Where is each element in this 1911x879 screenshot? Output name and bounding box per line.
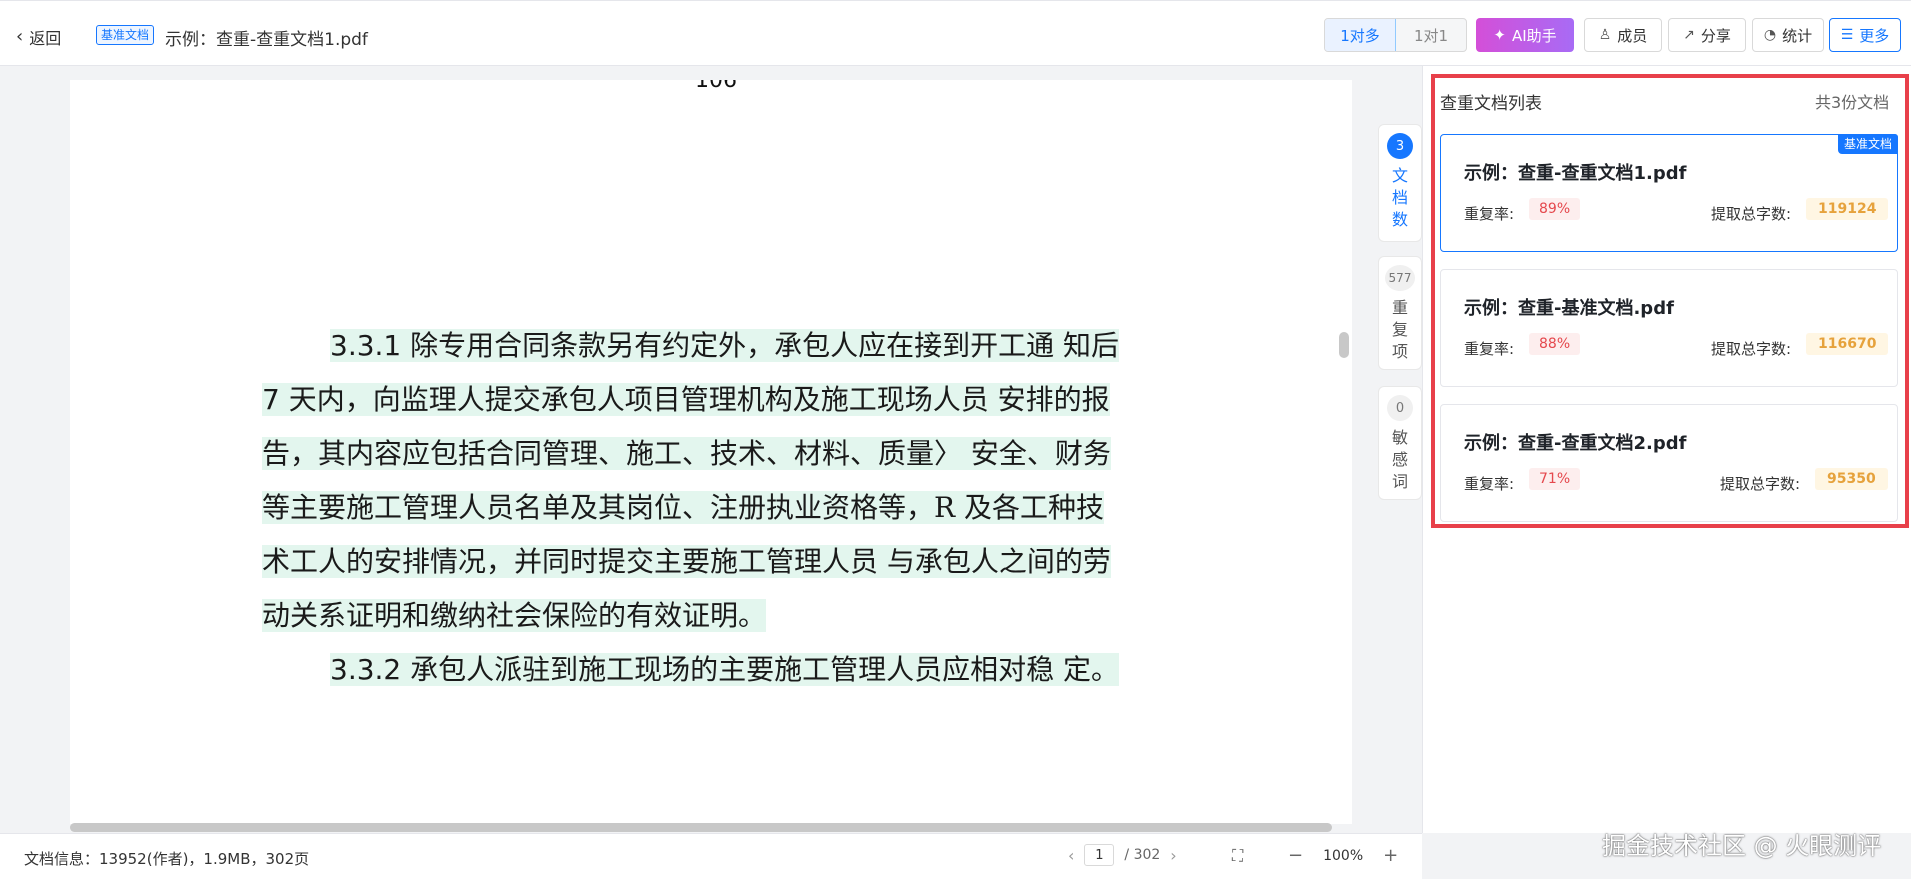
share-button[interactable]: ↗ 分享 [1668, 18, 1746, 52]
word-count-value: 95350 [1815, 468, 1888, 490]
text-line: 3.3.2 承包人派驻到施工现场的主要施工管理人员应相对稳 定。 [330, 648, 1120, 688]
repeat-rate-value: 89% [1529, 198, 1581, 220]
members-label: 成员 [1617, 26, 1648, 45]
text-line: 等主要施工管理人员名单及其岗位、注册执业资格等，R 及各工种技 [262, 486, 1104, 526]
clause-number: 7 [262, 383, 280, 416]
word-count-value: 119124 [1806, 198, 1889, 220]
document-name: 示例：查重-基准文档.pdf [1464, 298, 1674, 319]
page-number: 106 [695, 80, 737, 93]
mode-one-to-one[interactable]: 1对1 [1396, 19, 1466, 51]
watermark: 掘金技术社区 @ 火眼测评 [1602, 832, 1882, 860]
compare-mode-toggle: 1对多 1对1 [1324, 18, 1467, 52]
horizontal-scrollbar[interactable] [70, 823, 1332, 832]
user-icon: ♙ [1598, 27, 1612, 43]
document-count-label: 文档数 [1392, 166, 1409, 229]
stats-label: 统计 [1782, 26, 1813, 45]
text-line: 术工人的安排情况，并同时提交主要施工管理人员 与承包人之间的劳 [262, 540, 1111, 580]
zoom-out-icon[interactable]: − [1288, 845, 1303, 866]
repeat-rate-label: 重复率: [1464, 340, 1515, 358]
next-page-icon[interactable]: › [1170, 846, 1176, 865]
zoom-level: 100% [1323, 847, 1364, 864]
share-label: 分享 [1700, 26, 1731, 45]
total-pages: / 302 [1124, 847, 1161, 863]
sensitive-words-label: 敏感词 [1392, 428, 1409, 491]
tab-sensitive-words[interactable]: 0 敏感词 [1378, 386, 1422, 500]
document-card[interactable]: 示例：查重-基准文档.pdf 重复率: 88% 提取总字数: 116670 [1440, 269, 1898, 387]
word-count-value: 116670 [1806, 333, 1889, 355]
document-page: 106 3.3.1 除专用合同条款另有约定外，承包人应在接到开工通 知后 7 天… [70, 80, 1352, 824]
members-button[interactable]: ♙ 成员 [1584, 18, 1662, 52]
duplicate-items-label: 重复项 [1392, 298, 1409, 361]
more-button[interactable]: ☰ 更多 [1829, 18, 1901, 52]
text-line: 告，其内容应包括合同管理、施工、技术、材料、质量〉 安全、财务 [262, 432, 1111, 472]
clause-number: 3.3.1 [330, 329, 402, 362]
repeat-rate-value: 88% [1529, 333, 1581, 355]
sensitive-count-badge: 0 [1387, 395, 1413, 421]
document-viewer[interactable]: 106 3.3.1 除专用合同条款另有约定外，承包人应在接到开工通 知后 7 天… [0, 66, 1380, 833]
more-label: 更多 [1859, 26, 1890, 45]
menu-icon: ☰ [1840, 27, 1854, 43]
vertical-scrollbar[interactable] [1339, 332, 1349, 358]
line-text: 承包人派驻到施工现场的主要施工管理人员应相对稳 定。 [401, 653, 1120, 686]
base-document-tag: 基准文档 [96, 25, 155, 45]
pie-chart-icon: ◔ [1763, 27, 1777, 43]
word-count-label: 提取总字数: [1720, 475, 1801, 493]
document-name: 示例：查重-查重文档1.pdf [1464, 163, 1687, 184]
magic-wand-icon: ✦ [1493, 26, 1506, 44]
duplicate-count-badge: 577 [1385, 265, 1415, 291]
fullscreen-icon[interactable]: ⛶ [1232, 846, 1243, 866]
tab-duplicate-items[interactable]: 577 重复项 [1378, 256, 1422, 370]
mode-one-to-many[interactable]: 1对多 [1325, 19, 1396, 51]
document-card[interactable]: 示例：查重-查重文档2.pdf 重复率: 71% 提取总字数: 95350 [1440, 404, 1898, 522]
document-count-badge: 3 [1387, 133, 1413, 159]
ai-assistant-button[interactable]: ✦ AI助手 [1476, 18, 1574, 52]
document-card[interactable]: 基准文档 示例：查重-查重文档1.pdf 重复率: 89% 提取总字数: 119… [1440, 134, 1898, 252]
chevron-left-icon: ‹ [16, 26, 24, 47]
external-link-icon: ↗ [1683, 27, 1695, 43]
panel-title: 查重文档列表 [1440, 94, 1542, 114]
panel-document-count: 共3份文档 [1815, 93, 1890, 112]
ai-assistant-label: AI助手 [1511, 26, 1557, 45]
document-title: 示例：查重-查重文档1.pdf [165, 30, 368, 50]
line-text: 天内，向监理人提交承包人项目管理机构及施工现场人员 安排的报 [279, 383, 1110, 416]
back-label: 返回 [29, 29, 62, 48]
repeat-rate-label: 重复率: [1464, 205, 1515, 223]
line-text: 告，其内容应包括合同管理、施工、技术、材料、质量〉 安全、财务 [262, 437, 1111, 470]
line-text: 术工人的安排情况，并同时提交主要施工管理人员 与承包人之间的劳 [262, 545, 1111, 578]
zoom-control: − 100% + [1288, 845, 1398, 866]
top-toolbar: ‹ 返回 基准文档 示例：查重-查重文档1.pdf 1对多 1对1 ✦ AI助手… [0, 0, 1911, 66]
text-line: 7 天内，向监理人提交承包人项目管理机构及施工现场人员 安排的报 [262, 378, 1110, 418]
word-count-label: 提取总字数: [1711, 340, 1792, 358]
text-line: 动关系证明和缴纳社会保险的有效证明。 [262, 594, 767, 634]
line-text: 动关系证明和缴纳社会保险的有效证明。 [262, 599, 767, 632]
repeat-rate-label: 重复率: [1464, 475, 1515, 493]
zoom-in-icon[interactable]: + [1383, 845, 1398, 866]
document-name: 示例：查重-查重文档2.pdf [1464, 433, 1687, 454]
tab-document-count[interactable]: 3 文档数 [1378, 124, 1422, 242]
line-text: 等主要施工管理人员名单及其岗位、注册执业资格等，R 及各工种技 [262, 491, 1104, 524]
back-button[interactable]: ‹ 返回 [16, 25, 61, 49]
status-bar: 文档信息：13952(作者)，1.9MB，302页 ‹ 1 / 302 › ⛶ … [0, 833, 1422, 879]
stats-button[interactable]: ◔ 统计 [1752, 18, 1824, 52]
prev-page-icon[interactable]: ‹ [1068, 846, 1074, 865]
document-info: 文档信息：13952(作者)，1.9MB，302页 [24, 850, 310, 868]
page-number-input[interactable]: 1 [1084, 844, 1115, 866]
clause-number: 3.3.2 [330, 653, 402, 686]
base-document-badge: 基准文档 [1837, 134, 1898, 154]
line-text: 除专用合同条款另有约定外，承包人应在接到开工通 知后 [401, 329, 1120, 362]
pagination: ‹ 1 / 302 › [1068, 844, 1177, 866]
repeat-rate-value: 71% [1529, 468, 1581, 490]
text-line: 3.3.1 除专用合同条款另有约定外，承包人应在接到开工通 知后 [330, 324, 1120, 364]
word-count-label: 提取总字数: [1711, 205, 1792, 223]
